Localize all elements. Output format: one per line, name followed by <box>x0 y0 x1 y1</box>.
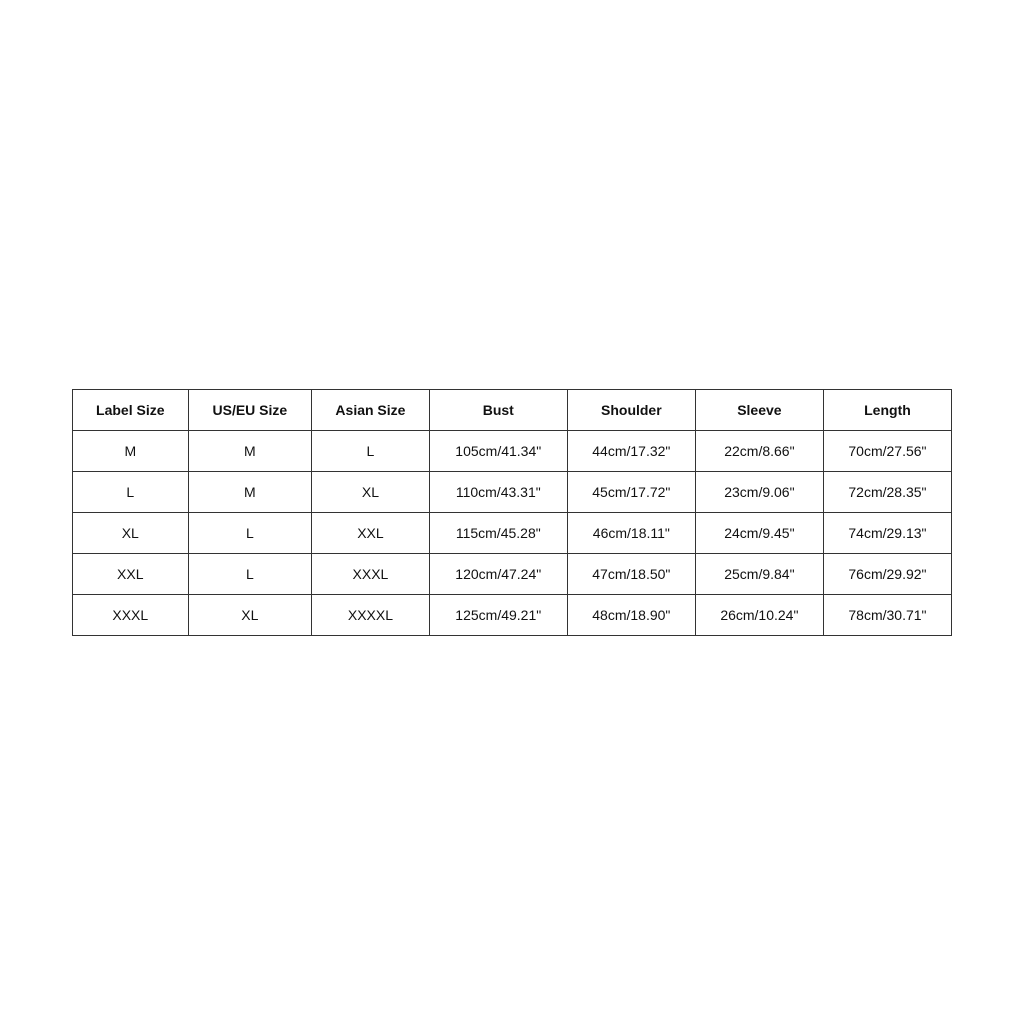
cell-bust-3: 120cm/47.24" <box>429 553 567 594</box>
cell-length-3: 76cm/29.92" <box>823 553 951 594</box>
cell-us_eu_size-1: M <box>188 471 312 512</box>
size-chart-table: Label Size US/EU Size Asian Size Bust Sh… <box>72 389 952 636</box>
cell-us_eu_size-4: XL <box>188 594 312 635</box>
cell-asian_size-3: XXXL <box>312 553 430 594</box>
size-chart-container: Label Size US/EU Size Asian Size Bust Sh… <box>72 389 952 636</box>
col-header-sleeve: Sleeve <box>695 389 823 430</box>
cell-bust-4: 125cm/49.21" <box>429 594 567 635</box>
cell-us_eu_size-2: L <box>188 512 312 553</box>
cell-bust-2: 115cm/45.28" <box>429 512 567 553</box>
cell-length-2: 74cm/29.13" <box>823 512 951 553</box>
cell-sleeve-4: 26cm/10.24" <box>695 594 823 635</box>
table-row: XXXLXLXXXXL125cm/49.21"48cm/18.90"26cm/1… <box>73 594 952 635</box>
cell-sleeve-1: 23cm/9.06" <box>695 471 823 512</box>
cell-asian_size-4: XXXXL <box>312 594 430 635</box>
cell-us_eu_size-0: M <box>188 430 312 471</box>
table-row: MML105cm/41.34"44cm/17.32"22cm/8.66"70cm… <box>73 430 952 471</box>
cell-asian_size-2: XXL <box>312 512 430 553</box>
cell-shoulder-3: 47cm/18.50" <box>567 553 695 594</box>
table-row: XLLXXL115cm/45.28"46cm/18.11"24cm/9.45"7… <box>73 512 952 553</box>
cell-sleeve-2: 24cm/9.45" <box>695 512 823 553</box>
cell-label_size-1: L <box>73 471 189 512</box>
col-header-length: Length <box>823 389 951 430</box>
cell-sleeve-0: 22cm/8.66" <box>695 430 823 471</box>
table-header-row: Label Size US/EU Size Asian Size Bust Sh… <box>73 389 952 430</box>
cell-bust-1: 110cm/43.31" <box>429 471 567 512</box>
cell-label_size-3: XXL <box>73 553 189 594</box>
cell-length-0: 70cm/27.56" <box>823 430 951 471</box>
cell-label_size-4: XXXL <box>73 594 189 635</box>
col-header-us-eu-size: US/EU Size <box>188 389 312 430</box>
cell-label_size-0: M <box>73 430 189 471</box>
col-header-shoulder: Shoulder <box>567 389 695 430</box>
cell-shoulder-2: 46cm/18.11" <box>567 512 695 553</box>
cell-sleeve-3: 25cm/9.84" <box>695 553 823 594</box>
col-header-asian-size: Asian Size <box>312 389 430 430</box>
cell-asian_size-1: XL <box>312 471 430 512</box>
table-row: XXLLXXXL120cm/47.24"47cm/18.50"25cm/9.84… <box>73 553 952 594</box>
cell-label_size-2: XL <box>73 512 189 553</box>
cell-bust-0: 105cm/41.34" <box>429 430 567 471</box>
table-row: LMXL110cm/43.31"45cm/17.72"23cm/9.06"72c… <box>73 471 952 512</box>
col-header-bust: Bust <box>429 389 567 430</box>
cell-asian_size-0: L <box>312 430 430 471</box>
col-header-label-size: Label Size <box>73 389 189 430</box>
cell-length-4: 78cm/30.71" <box>823 594 951 635</box>
cell-length-1: 72cm/28.35" <box>823 471 951 512</box>
cell-shoulder-0: 44cm/17.32" <box>567 430 695 471</box>
cell-shoulder-1: 45cm/17.72" <box>567 471 695 512</box>
cell-us_eu_size-3: L <box>188 553 312 594</box>
cell-shoulder-4: 48cm/18.90" <box>567 594 695 635</box>
